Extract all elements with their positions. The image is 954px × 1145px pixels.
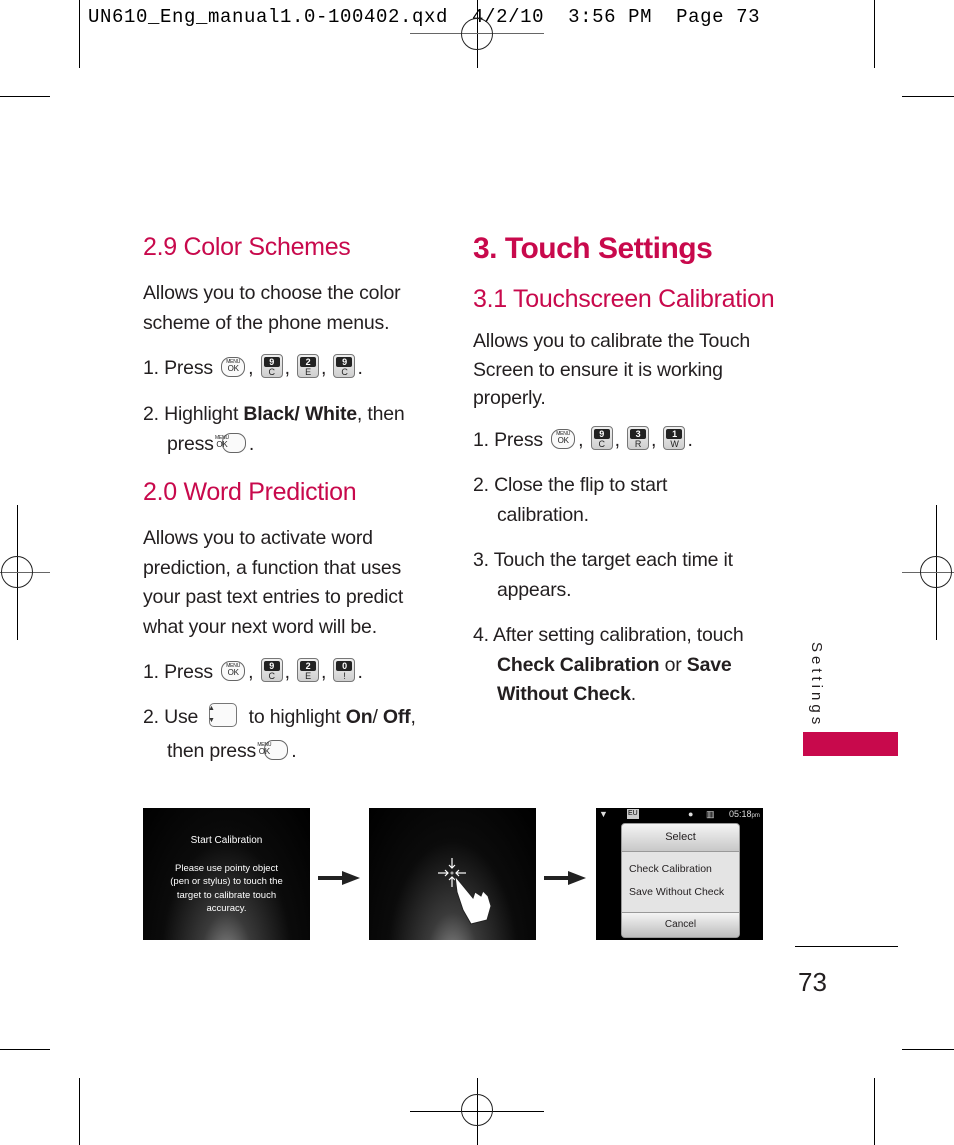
screenshot-start-calibration: Start Calibration Please use pointy obje… xyxy=(143,808,310,940)
calibration-step-1: 1. Press MENU OK, 9C, 3R, 1W. xyxy=(473,426,693,456)
key-3-icon: 3R xyxy=(627,426,650,450)
crop-mark xyxy=(79,1078,80,1145)
calibration-heading: 3.1 Touchscreen Calibration xyxy=(473,285,775,313)
crop-mark xyxy=(874,1078,875,1145)
menu-ok-key-icon: MENU OK xyxy=(215,432,246,453)
crop-mark xyxy=(0,96,50,97)
hand-touch-target-icon xyxy=(438,858,492,925)
menu-ok-key-icon: MENU OK xyxy=(221,357,246,377)
color-schemes-step-2: 2. Highlight Black/ White, then press ME… xyxy=(143,403,405,455)
crop-mark xyxy=(902,1049,954,1050)
key-9-icon: 9C xyxy=(333,354,356,378)
phone-status-bar: ▼ EU ● ▥ 05:18pm xyxy=(596,808,763,821)
word-prediction-heading: 2.0 Word Prediction xyxy=(143,478,357,506)
navigation-up-down-key-icon: ▲ ▼ xyxy=(208,703,238,727)
status-time: 05:18pm xyxy=(729,809,760,819)
screenshot-touch-target xyxy=(369,808,536,940)
menu-ok-key-icon: MENU OK xyxy=(257,740,289,760)
color-schemes-heading: 2.9 Color Schemes xyxy=(143,233,351,261)
cancel-button[interactable]: Cancel xyxy=(622,912,739,937)
option-check-calibration[interactable]: Check Calibration xyxy=(629,858,739,881)
color-schemes-step-1: 1. Press MENU OK, 9C, 2E, 9C. xyxy=(143,354,363,384)
word-prediction-description: Allows you to activate word prediction, … xyxy=(143,527,404,638)
crop-mark xyxy=(0,1049,50,1050)
crop-mark xyxy=(79,0,80,68)
key-9-icon: 9C xyxy=(260,658,283,682)
start-calibration-instructions: Please use pointy object (pen or stylus)… xyxy=(170,863,283,914)
file-slug: UN610_Eng_manual1.0-100402.qxd 4/2/10 3:… xyxy=(88,6,761,28)
dialog-options: Check Calibration Save Without Check xyxy=(622,852,739,904)
page-number-rule xyxy=(795,946,898,947)
key-9-icon: 9C xyxy=(590,426,613,450)
page-number: 73 xyxy=(798,967,827,997)
eu-indicator: EU xyxy=(627,809,639,819)
arrow-right-icon xyxy=(318,871,360,885)
section-side-label: Settings xyxy=(808,642,825,729)
crop-mark xyxy=(874,0,875,68)
key-2-icon: 2E xyxy=(297,354,320,378)
word-prediction-step-2: 2. Use ▲ ▼ to highlight On/ Off, then pre… xyxy=(143,703,416,762)
menu-ok-key-icon: MENU OK xyxy=(221,661,246,681)
touch-settings-title: 3. Touch Settings xyxy=(473,232,713,265)
calibration-description: Allows you to calibrate the Touch Screen… xyxy=(473,330,751,409)
alarm-icon: ● xyxy=(688,809,694,819)
word-prediction-step-1: 1. Press MENU OK, 9C, 2E, 0!. xyxy=(143,658,363,688)
crop-mark xyxy=(902,96,954,97)
key-9-icon: 9C xyxy=(260,354,283,378)
option-save-without-check[interactable]: Save Without Check xyxy=(629,881,739,904)
signal-icon: ▼ xyxy=(599,809,608,819)
battery-icon: ▥ xyxy=(706,809,715,819)
key-1-icon: 1W xyxy=(663,426,686,450)
select-dialog: Select Check Calibration Save Without Ch… xyxy=(621,823,740,938)
arrow-right-icon xyxy=(544,871,586,885)
calibration-step-3: 3. Touch the target each time it appears… xyxy=(473,549,733,601)
menu-ok-key-icon: MENU OK xyxy=(551,429,576,449)
section-tab-marker xyxy=(803,732,898,756)
color-schemes-description: Allows you to choose the color scheme of… xyxy=(143,282,401,334)
key-2-icon: 2E xyxy=(297,658,320,682)
dialog-title: Select xyxy=(622,824,739,852)
start-calibration-title: Start Calibration xyxy=(190,835,263,846)
calibration-step-2: 2. Close the flip to start calibration. xyxy=(473,474,668,526)
key-0-icon: 0! xyxy=(333,658,356,682)
screenshot-select-dialog: ▼ EU ● ▥ 05:18pm Select Check Calibratio… xyxy=(596,808,763,940)
calibration-step-4: 4. After setting calibration, touch Chec… xyxy=(473,624,744,705)
